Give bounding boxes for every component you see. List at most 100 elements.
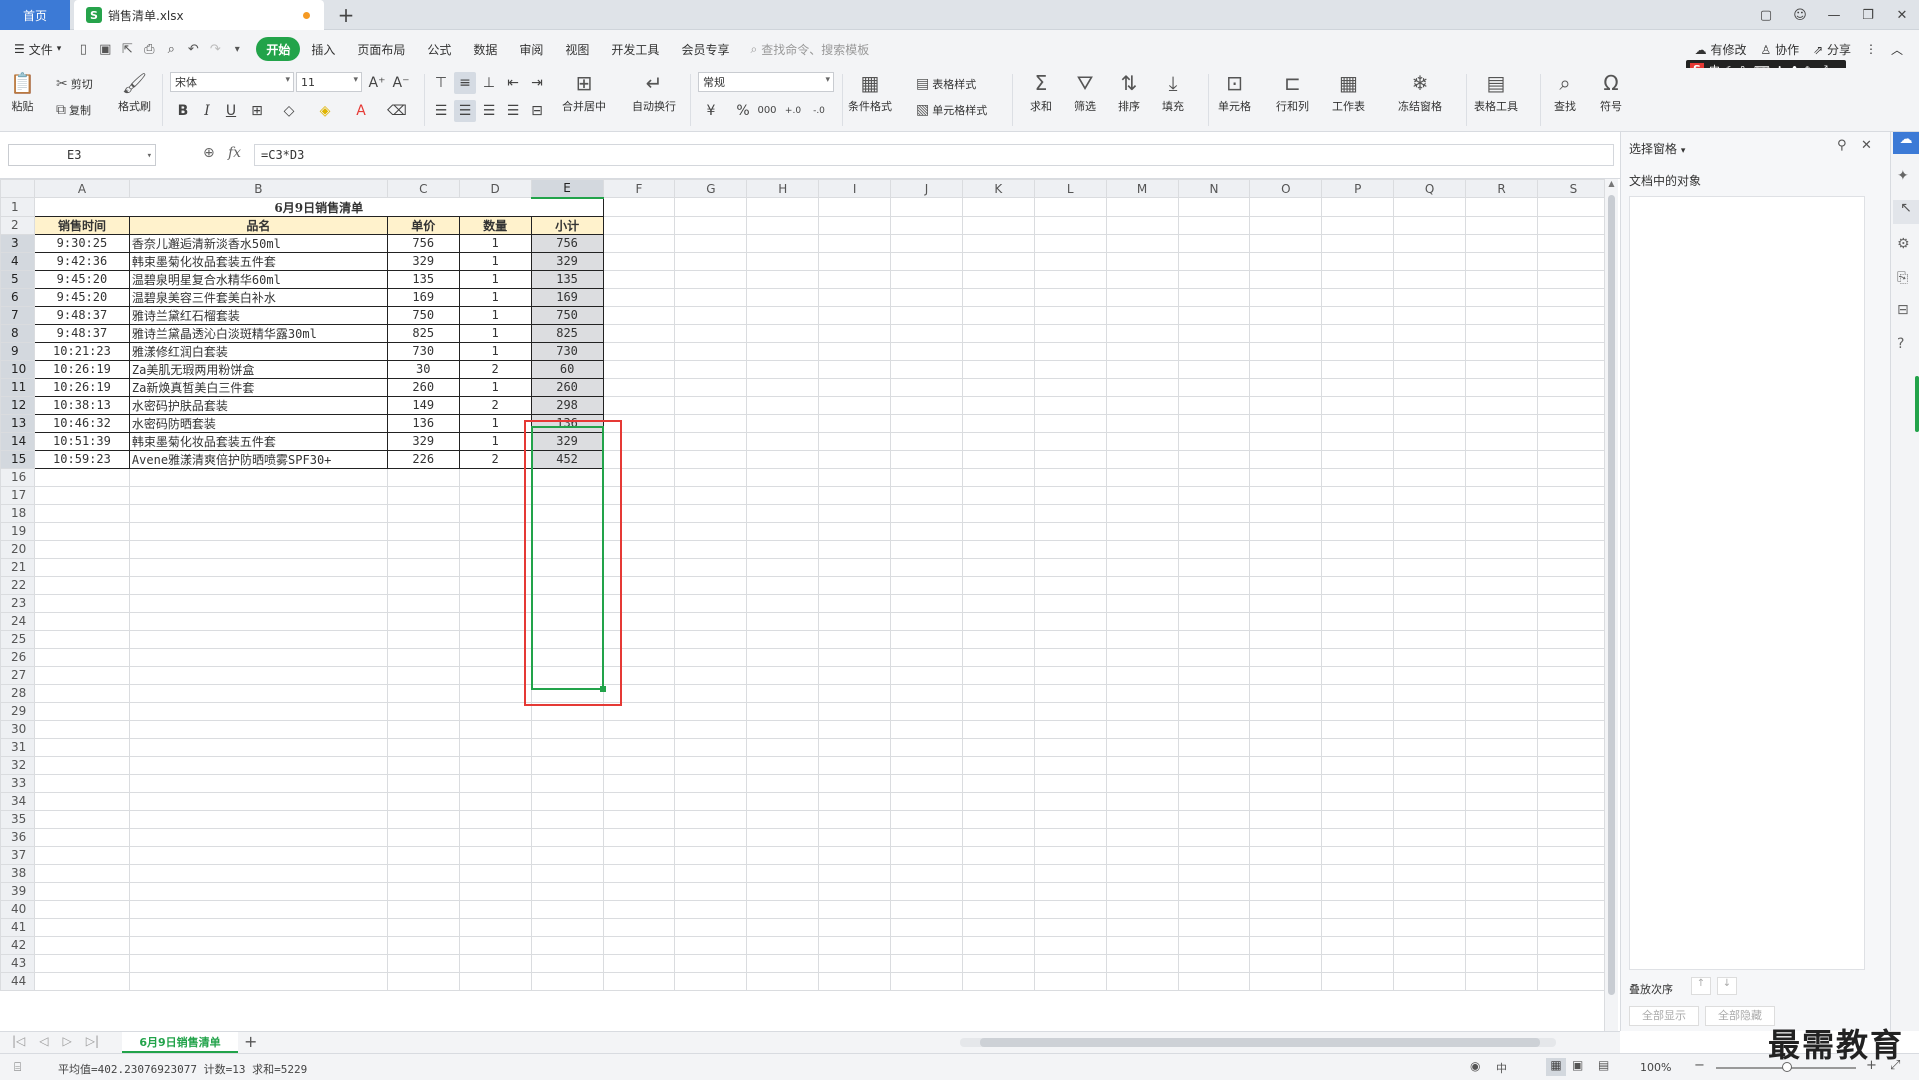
cell[interactable] bbox=[1105, 359, 1179, 379]
cell[interactable] bbox=[1465, 953, 1538, 973]
align-right-icon[interactable]: ☰ bbox=[478, 100, 500, 122]
cell[interactable] bbox=[128, 521, 388, 541]
cell[interactable] bbox=[1393, 647, 1467, 667]
cell[interactable] bbox=[1105, 305, 1179, 325]
cell[interactable] bbox=[746, 647, 820, 667]
cell[interactable] bbox=[1249, 485, 1323, 505]
cell[interactable] bbox=[818, 251, 892, 271]
cell[interactable] bbox=[1393, 881, 1467, 901]
cell[interactable] bbox=[674, 629, 748, 649]
cell[interactable] bbox=[33, 719, 130, 739]
cell[interactable] bbox=[674, 395, 748, 415]
cell[interactable] bbox=[890, 413, 963, 433]
cell[interactable] bbox=[1033, 377, 1107, 397]
cell[interactable] bbox=[1536, 341, 1610, 361]
cell[interactable] bbox=[128, 737, 388, 757]
cell[interactable] bbox=[1536, 305, 1610, 325]
cell[interactable] bbox=[818, 953, 892, 973]
cell[interactable] bbox=[674, 413, 748, 433]
cell[interactable] bbox=[890, 719, 963, 739]
cell[interactable] bbox=[1105, 827, 1179, 847]
find-button[interactable]: ⌕ 查找 bbox=[1554, 68, 1576, 114]
row-header[interactable]: 25 bbox=[0, 629, 35, 649]
cell[interactable] bbox=[746, 863, 820, 883]
cell[interactable] bbox=[530, 863, 604, 883]
cell[interactable] bbox=[386, 701, 460, 721]
cell[interactable] bbox=[961, 287, 1035, 307]
cell[interactable] bbox=[1465, 287, 1538, 307]
cell[interactable] bbox=[674, 701, 748, 721]
cell[interactable] bbox=[602, 773, 676, 793]
cell[interactable] bbox=[1393, 845, 1467, 865]
cell[interactable] bbox=[674, 251, 748, 271]
cell[interactable] bbox=[128, 701, 388, 721]
cell[interactable] bbox=[1393, 359, 1467, 379]
cell[interactable] bbox=[674, 863, 748, 883]
cell[interactable] bbox=[674, 305, 748, 325]
sum-button[interactable]: Σ 求和 bbox=[1030, 68, 1052, 114]
cell[interactable] bbox=[1249, 557, 1323, 577]
cell[interactable] bbox=[1321, 665, 1395, 685]
column-header-A[interactable]: A bbox=[33, 179, 130, 198]
row-header[interactable]: 42 bbox=[0, 935, 35, 955]
cell[interactable] bbox=[386, 521, 460, 541]
eraser-icon[interactable]: ⌫ bbox=[386, 100, 408, 122]
cell[interactable] bbox=[1465, 251, 1538, 271]
cell[interactable] bbox=[33, 827, 130, 847]
cell[interactable] bbox=[1033, 539, 1107, 559]
cell[interactable] bbox=[746, 791, 820, 811]
cell[interactable] bbox=[1393, 503, 1467, 523]
cell[interactable] bbox=[1536, 953, 1610, 973]
cell[interactable] bbox=[1536, 323, 1610, 343]
cell[interactable] bbox=[1105, 899, 1179, 919]
cell[interactable] bbox=[1536, 539, 1610, 559]
cell[interactable] bbox=[1033, 215, 1107, 235]
new-tab-button[interactable]: + bbox=[334, 3, 358, 27]
cell[interactable] bbox=[33, 467, 130, 487]
column-header-G[interactable]: G bbox=[674, 179, 748, 198]
cell[interactable] bbox=[1321, 575, 1395, 595]
row-header[interactable]: 31 bbox=[0, 737, 35, 757]
cell[interactable] bbox=[890, 863, 963, 883]
cell[interactable]: 750 bbox=[386, 305, 460, 325]
cell[interactable] bbox=[746, 233, 820, 253]
cell[interactable] bbox=[530, 899, 604, 919]
cell[interactable] bbox=[386, 557, 460, 577]
cell[interactable] bbox=[602, 341, 676, 361]
cell[interactable] bbox=[458, 863, 532, 883]
cell[interactable] bbox=[746, 719, 820, 739]
backup-icon[interactable]: ⎘ bbox=[1897, 270, 1908, 286]
cell[interactable] bbox=[602, 863, 676, 883]
cell[interactable] bbox=[1177, 737, 1251, 757]
cell[interactable] bbox=[1105, 287, 1179, 307]
cell[interactable] bbox=[1105, 449, 1179, 469]
column-header-F[interactable]: F bbox=[602, 179, 676, 198]
cell[interactable] bbox=[602, 233, 676, 253]
cell[interactable] bbox=[1465, 629, 1538, 649]
cell[interactable] bbox=[674, 611, 748, 631]
cell[interactable] bbox=[386, 881, 460, 901]
cell[interactable] bbox=[33, 917, 130, 937]
cell[interactable] bbox=[1393, 773, 1467, 793]
sheet-title[interactable]: 6月9日销售清单 bbox=[33, 197, 604, 217]
cell[interactable] bbox=[890, 953, 963, 973]
cell[interactable] bbox=[1536, 665, 1610, 685]
cell[interactable] bbox=[128, 683, 388, 703]
cell[interactable] bbox=[530, 827, 604, 847]
cell[interactable] bbox=[1321, 881, 1395, 901]
cell[interactable] bbox=[1321, 773, 1395, 793]
tab-page-layout[interactable]: 页面布局 bbox=[346, 37, 416, 61]
cell[interactable] bbox=[458, 521, 532, 541]
cell[interactable] bbox=[674, 287, 748, 307]
cell[interactable] bbox=[1177, 575, 1251, 595]
cell[interactable] bbox=[458, 917, 532, 937]
cell[interactable] bbox=[458, 629, 532, 649]
cell[interactable] bbox=[1105, 737, 1179, 757]
cell[interactable] bbox=[602, 323, 676, 343]
save-icon[interactable]: ▣ bbox=[94, 42, 116, 57]
cell[interactable] bbox=[1321, 323, 1395, 343]
cell[interactable] bbox=[674, 449, 748, 469]
shrink-font-icon[interactable]: A⁻ bbox=[390, 72, 412, 94]
cell[interactable] bbox=[1321, 755, 1395, 775]
cell[interactable] bbox=[674, 971, 748, 991]
